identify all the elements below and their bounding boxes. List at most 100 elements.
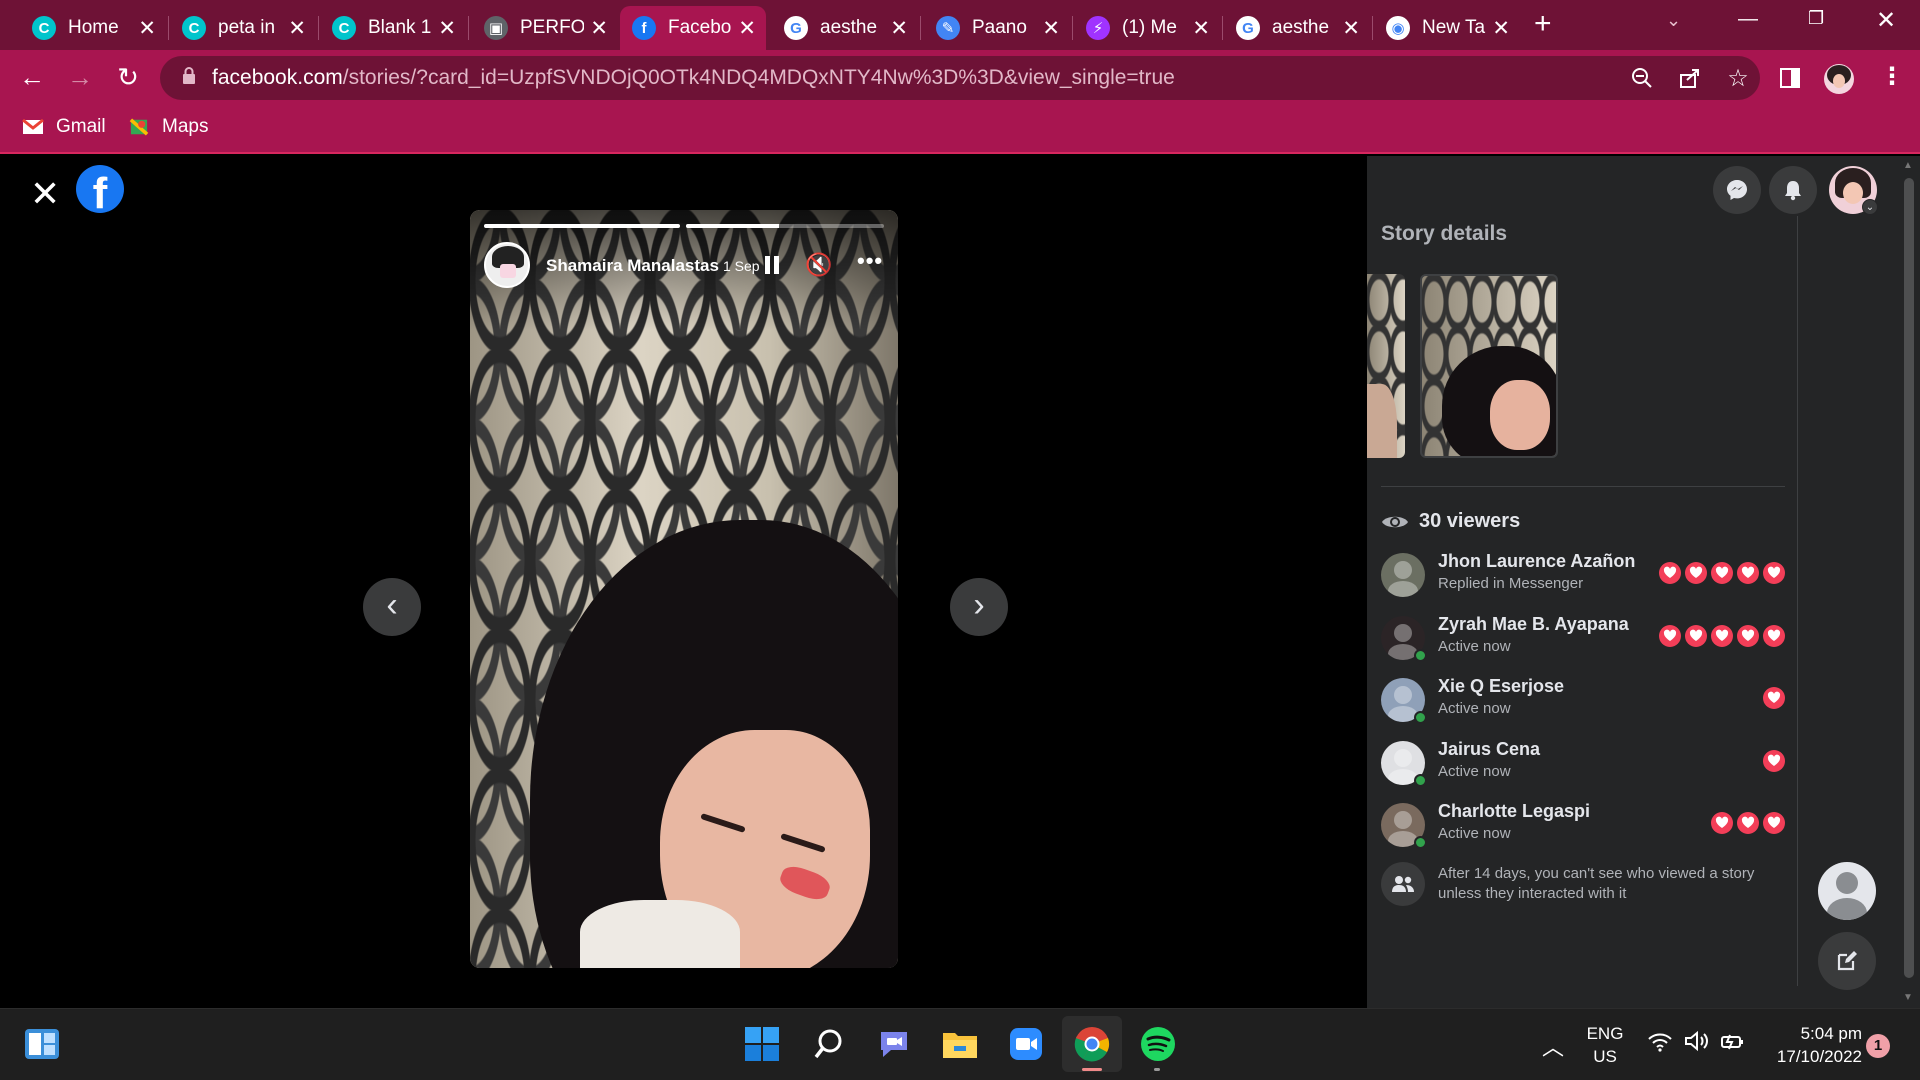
browser-tab[interactable]: Gaesthe ✕ [772, 6, 918, 50]
reload-button[interactable]: ↻ [112, 62, 144, 93]
bookmark-maps[interactable]: Maps [128, 116, 208, 138]
close-tab-icon[interactable]: ✕ [438, 16, 456, 41]
viewer-name[interactable]: Charlotte Legaspi [1438, 801, 1590, 822]
account-chevron-icon[interactable]: ⌄ [1862, 199, 1878, 215]
avatar-head [1836, 872, 1858, 894]
browser-tab[interactable]: f Facebo ✕ [620, 6, 766, 50]
volume-icon[interactable] [1684, 1030, 1710, 1057]
bookmark-gmail[interactable]: Gmail [22, 116, 106, 138]
heart-reaction-icon [1737, 624, 1759, 647]
story-thumbnail-current[interactable] [1420, 274, 1558, 458]
start-windows-icon[interactable] [742, 1024, 782, 1064]
battery-icon[interactable] [1720, 1032, 1746, 1057]
scroll-up-icon[interactable]: ▲ [1903, 160, 1913, 171]
close-tab-icon[interactable]: ✕ [890, 16, 908, 41]
story-card[interactable]: Shamaira Manalastas 1 Sep 🔇 ••• [470, 210, 898, 968]
pause-icon[interactable] [765, 256, 779, 274]
browser-tab[interactable]: Gaesthe ✕ [1224, 6, 1370, 50]
browser-tab[interactable]: C Home ✕ [20, 6, 166, 50]
share-icon[interactable] [1676, 64, 1704, 92]
browser-tab[interactable]: ⚡ (1) Me ✕ [1074, 6, 1220, 50]
browser-tab[interactable]: ▣ PERFO ✕ [472, 6, 618, 50]
previous-story-button[interactable]: ‹ [363, 578, 421, 636]
story-thumbnail-previous[interactable] [1367, 274, 1405, 458]
close-window-button[interactable]: ✕ [1876, 6, 1896, 35]
new-tab-button[interactable]: + [1534, 7, 1552, 41]
avatar-head [1394, 623, 1412, 642]
teams-chat-icon[interactable] [874, 1024, 914, 1064]
viewer-row[interactable]: Charlotte Legaspi Active now [1381, 798, 1785, 852]
chrome-icon[interactable] [1072, 1024, 1112, 1064]
tab-separator [1222, 16, 1223, 40]
reaction-hearts [1763, 687, 1785, 709]
forward-button[interactable]: → [64, 62, 96, 93]
online-status-dot [1414, 711, 1427, 724]
close-story-button[interactable]: ✕ [30, 176, 60, 212]
gmail-icon [22, 118, 44, 134]
spotify-icon[interactable] [1138, 1024, 1178, 1064]
close-tab-icon[interactable]: ✕ [1342, 16, 1360, 41]
minimize-button[interactable]: — [1738, 8, 1758, 31]
mute-icon[interactable]: 🔇 [805, 252, 832, 278]
zoom-app-icon[interactable] [1006, 1024, 1046, 1064]
viewer-name[interactable]: Jhon Laurence Azañon [1438, 551, 1635, 572]
widgets-icon[interactable] [22, 1024, 62, 1064]
viewer-row[interactable]: Jhon Laurence Azañon Replied in Messenger [1381, 548, 1785, 602]
more-options-icon[interactable]: ••• [857, 248, 883, 274]
search-icon[interactable] [809, 1024, 849, 1064]
browser-menu-icon[interactable]: ⋮ [1880, 62, 1904, 91]
close-tab-icon[interactable]: ✕ [1492, 16, 1510, 41]
close-tab-icon[interactable]: ✕ [1042, 16, 1060, 41]
notifications-bell-icon[interactable] [1769, 166, 1817, 214]
online-status-dot [1414, 773, 1427, 787]
messenger-icon[interactable] [1713, 166, 1761, 214]
viewer-name[interactable]: Xie Q Eserjose [1438, 676, 1564, 697]
language-indicator[interactable]: ENG US [1580, 1022, 1630, 1068]
restore-button[interactable]: ❐ [1808, 8, 1824, 29]
story-author-name[interactable]: Shamaira Manalastas [546, 256, 719, 276]
viewer-name[interactable]: Jairus Cena [1438, 739, 1540, 760]
viewer-name[interactable]: Zyrah Mae B. Ayapana [1438, 614, 1629, 635]
viewer-avatar[interactable] [1381, 553, 1425, 597]
wifi-icon[interactable] [1648, 1032, 1672, 1057]
tab-title: peta in [218, 17, 276, 38]
browser-tab[interactable]: C Blank 1 ✕ [320, 6, 466, 50]
profile-avatar[interactable] [1824, 64, 1854, 94]
page-scrollbar[interactable]: ▲ ▼ [1898, 156, 1920, 1008]
canva-icon: C [182, 16, 206, 40]
address-bar[interactable]: facebook.com/stories/?card_id=UzpfSVNDOj… [160, 56, 1760, 100]
bookmark-star-icon[interactable]: ☆ [1724, 64, 1752, 92]
close-tab-icon[interactable]: ✕ [288, 16, 306, 41]
browser-tab[interactable]: ◉ New Ta ✕ [1374, 6, 1520, 50]
next-story-button[interactable]: › [950, 578, 1008, 636]
viewer-row[interactable]: Zyrah Mae B. Ayapana Active now [1381, 611, 1785, 665]
browser-tab[interactable]: ✎ Paano ✕ [924, 6, 1070, 50]
scroll-down-icon[interactable]: ▼ [1903, 992, 1913, 1003]
new-message-button[interactable] [1818, 932, 1876, 990]
facebook-logo-icon[interactable]: f [76, 165, 124, 213]
viewer-row[interactable]: Xie Q Eserjose Active now [1381, 673, 1785, 727]
viewer-row[interactable]: Jairus Cena Active now [1381, 736, 1785, 790]
story-image-lips [777, 862, 833, 904]
close-tab-icon[interactable]: ✕ [738, 16, 756, 41]
viewer-status: Active now [1438, 637, 1511, 655]
clock[interactable]: 5:04 pm 17/10/2022 [1762, 1022, 1862, 1068]
close-tab-icon[interactable]: ✕ [590, 16, 608, 41]
close-tab-icon[interactable]: ✕ [138, 16, 156, 41]
scrollbar-thumb[interactable] [1904, 178, 1914, 978]
chat-head-avatar[interactable] [1818, 862, 1876, 920]
viewer-privacy-note: After 14 days, you can't see who viewed … [1438, 865, 1755, 902]
side-panel-icon[interactable] [1776, 64, 1804, 92]
notification-badge[interactable]: 1 [1866, 1034, 1890, 1058]
file-explorer-icon[interactable] [940, 1024, 980, 1064]
story-image-shirt [580, 900, 740, 968]
show-hidden-icons[interactable]: ︿ [1542, 1030, 1564, 1062]
back-button[interactable]: ← [16, 62, 48, 93]
story-timestamp: 1 Sep [723, 258, 760, 274]
classroom-icon: ▣ [484, 16, 508, 40]
close-tab-icon[interactable]: ✕ [1192, 16, 1210, 41]
tab-search-chevron-icon[interactable]: ⌄ [1666, 10, 1681, 31]
story-author-avatar[interactable] [484, 242, 530, 288]
zoom-icon[interactable] [1628, 64, 1656, 92]
browser-tab[interactable]: Cpeta in ✕ [170, 6, 316, 50]
